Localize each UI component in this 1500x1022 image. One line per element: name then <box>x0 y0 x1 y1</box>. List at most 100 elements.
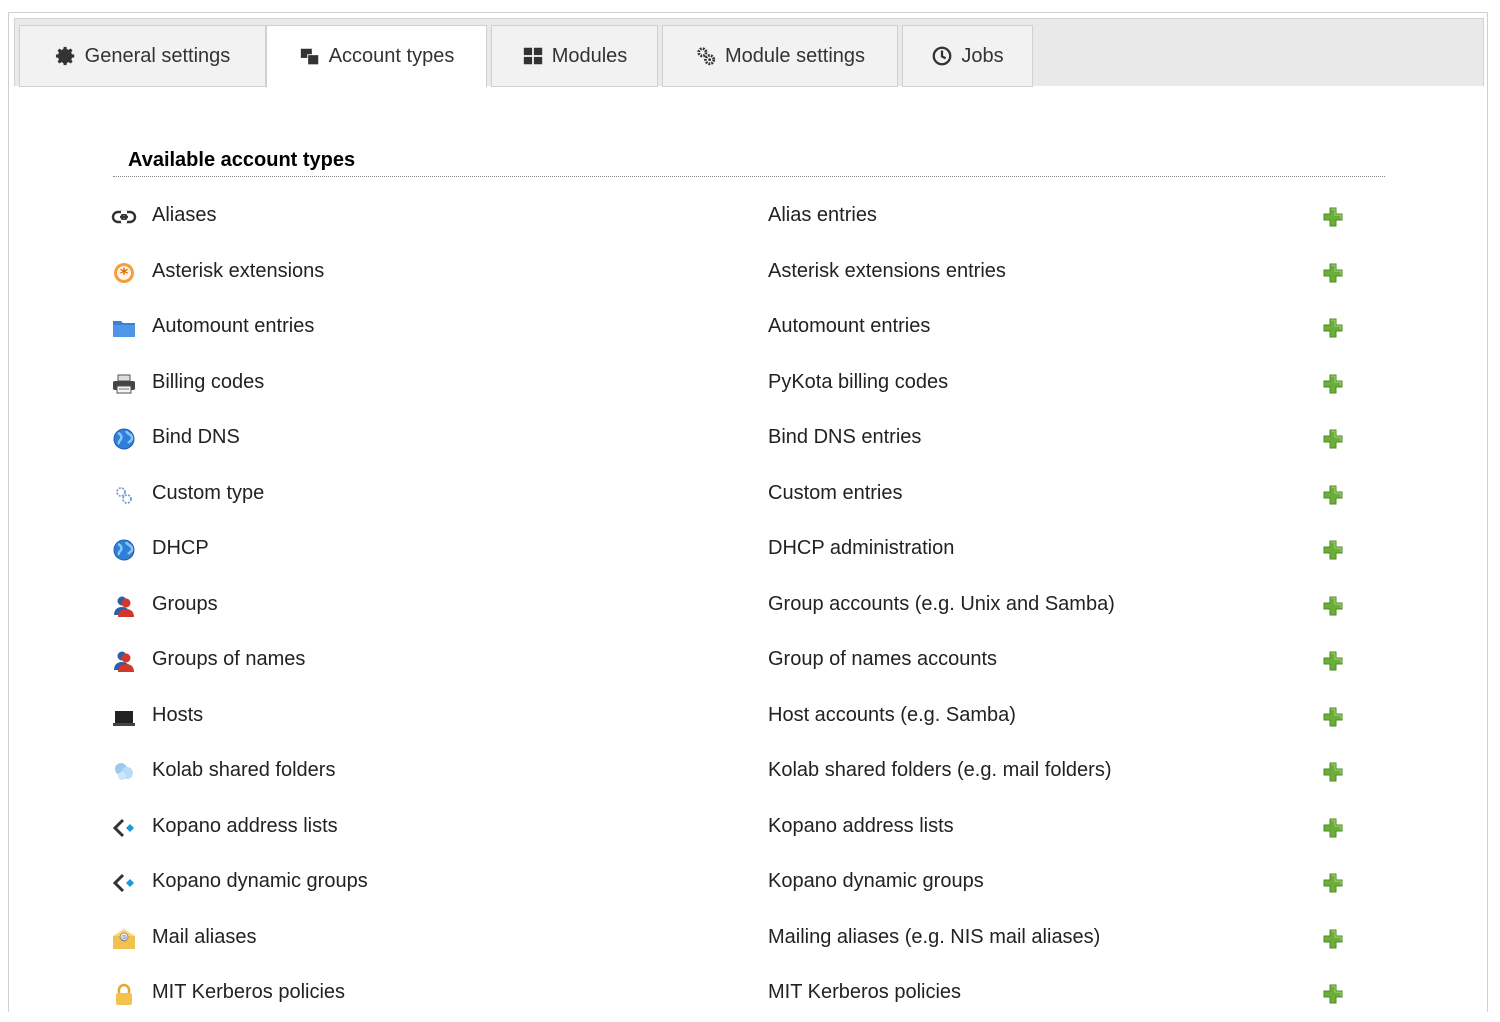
folder-icon <box>111 316 137 340</box>
account-type-description: Kolab shared folders (e.g. mail folders) <box>768 759 1112 781</box>
globe-icon <box>111 538 137 562</box>
add-account-type-button[interactable] <box>1322 817 1344 839</box>
add-account-type-button[interactable] <box>1322 206 1344 228</box>
laptop-icon <box>111 705 137 729</box>
lock-icon <box>111 982 137 1006</box>
windows-icon <box>300 48 319 65</box>
account-type-row: * Asterisk extensions Asterisk extensions … <box>9 245 1489 301</box>
account-type-description: Bind DNS entries <box>768 426 922 448</box>
account-type-name: Custom type <box>152 481 265 504</box>
mail-icon: @ <box>111 927 137 951</box>
account-type-name: Groups <box>152 592 218 615</box>
tab-label: Module settings <box>724 44 866 67</box>
account-type-description: Group accounts (e.g. Unix and Samba) <box>768 592 1115 615</box>
account-type-row: Hosts Host accounts (e.g. Samba) <box>9 689 1489 745</box>
account-type-name: Bind DNS <box>152 426 240 448</box>
plus-icon <box>1323 263 1343 282</box>
account-type-name: Kopano address lists <box>152 814 338 837</box>
account-type-row: Groups Group accounts (e.g. Unix and Samb… <box>9 578 1489 634</box>
plus-icon <box>1323 374 1343 393</box>
tab-module-settings[interactable]: Module settings <box>662 25 898 87</box>
account-type-name: Aliases <box>152 204 217 226</box>
account-type-row: MIT Kerberos policies MIT Kerberos polici… <box>9 966 1489 1022</box>
account-type-row: Kolab shared folders Kolab shared folders… <box>9 744 1489 800</box>
account-type-name: Hosts <box>152 703 204 726</box>
group-icon <box>111 594 137 618</box>
add-account-type-button[interactable] <box>1322 262 1344 284</box>
link-icon <box>111 205 137 229</box>
plus-icon <box>1323 540 1343 560</box>
account-type-name: Kolab shared folders <box>152 759 336 781</box>
settings-panel: General settings Account types Modules M… <box>8 12 1488 1012</box>
account-type-name: Asterisk extensions <box>152 259 325 282</box>
add-account-type-button[interactable] <box>1322 761 1344 783</box>
tab-label: Modules <box>551 44 628 67</box>
add-account-type-button[interactable] <box>1322 373 1344 395</box>
plus-icon <box>1323 873 1343 893</box>
tab-modules[interactable]: Modules <box>491 25 658 87</box>
svg-text:@: @ <box>121 934 127 941</box>
account-type-row: Groups of names Group of names accounts <box>9 633 1489 689</box>
account-type-row: DHCP DHCP administration <box>9 522 1489 578</box>
account-type-row: @ Mail aliases Mailing aliases (e.g. NIS m… <box>9 911 1489 967</box>
add-account-type-button[interactable] <box>1322 428 1344 450</box>
account-type-description: Kopano dynamic groups <box>768 870 984 892</box>
add-account-type-button[interactable] <box>1322 706 1344 728</box>
account-type-row: Kopano address lists Kopano address lists <box>9 800 1489 856</box>
account-type-name: Billing codes <box>152 370 265 393</box>
plus-icon <box>1323 318 1343 338</box>
plus-icon <box>1323 984 1343 1004</box>
tab-jobs[interactable]: Jobs <box>902 25 1033 87</box>
account-type-description: Custom entries <box>768 481 903 504</box>
tab-bar: General settings Account types Modules M… <box>14 18 1484 88</box>
plus-icon <box>1323 818 1343 837</box>
plus-icon <box>1323 207 1343 227</box>
account-type-description: Host accounts (e.g. Samba) <box>768 703 1016 726</box>
tab-general-settings[interactable]: General settings <box>19 25 266 87</box>
add-account-type-button[interactable] <box>1322 595 1344 617</box>
account-type-row: Kopano dynamic groups Kopano dynamic grou… <box>9 855 1489 911</box>
plus-icon <box>1323 651 1343 671</box>
kopano-icon <box>111 871 137 895</box>
account-type-description: Alias entries <box>768 204 877 226</box>
add-account-type-button[interactable] <box>1322 928 1344 950</box>
add-account-type-button[interactable] <box>1322 872 1344 894</box>
plus-icon <box>1323 707 1343 726</box>
account-type-name: Groups of names <box>152 648 306 670</box>
plus-icon <box>1323 596 1343 615</box>
add-account-type-button[interactable] <box>1322 539 1344 561</box>
account-type-description: Mailing aliases (e.g. NIS mail aliases) <box>768 925 1101 948</box>
gears-icon <box>697 47 716 66</box>
group-icon <box>111 649 137 673</box>
account-type-description: Asterisk extensions entries <box>768 259 1006 282</box>
add-account-type-button[interactable] <box>1322 317 1344 339</box>
add-account-type-button[interactable] <box>1322 983 1344 1005</box>
account-type-description: Automount entries <box>768 315 931 337</box>
tab-label: Jobs <box>961 44 1004 67</box>
account-type-list: Aliases Alias entries * Asterisk extensions… <box>9 189 1489 1022</box>
account-type-description: Group of names accounts <box>768 648 998 670</box>
tab-label: General settings <box>84 44 231 67</box>
asterisk-icon: * <box>111 261 137 285</box>
gear-icon <box>55 46 74 66</box>
kolab-icon <box>111 760 137 784</box>
plus-icon <box>1323 929 1343 948</box>
plus-icon <box>1323 429 1343 449</box>
section-divider <box>113 176 1385 177</box>
plus-icon <box>1323 762 1343 782</box>
gears-icon <box>111 483 137 507</box>
tab-account-types[interactable]: Account types <box>266 25 487 88</box>
account-type-name: Mail aliases <box>152 925 257 948</box>
account-type-name: MIT Kerberos policies <box>152 981 346 1003</box>
account-type-description: DHCP administration <box>768 537 955 559</box>
add-account-type-button[interactable] <box>1322 484 1344 506</box>
svg-text:*: * <box>120 264 129 283</box>
globe-icon <box>111 427 137 451</box>
add-account-type-button[interactable] <box>1322 650 1344 672</box>
account-type-row: Billing codes PyKota billing codes <box>9 356 1489 412</box>
account-type-name: Automount entries <box>152 315 315 337</box>
account-type-name: Kopano dynamic groups <box>152 870 368 892</box>
account-type-name: DHCP <box>152 537 209 559</box>
grid-icon <box>523 47 542 65</box>
section-title: Available account types <box>128 149 356 171</box>
